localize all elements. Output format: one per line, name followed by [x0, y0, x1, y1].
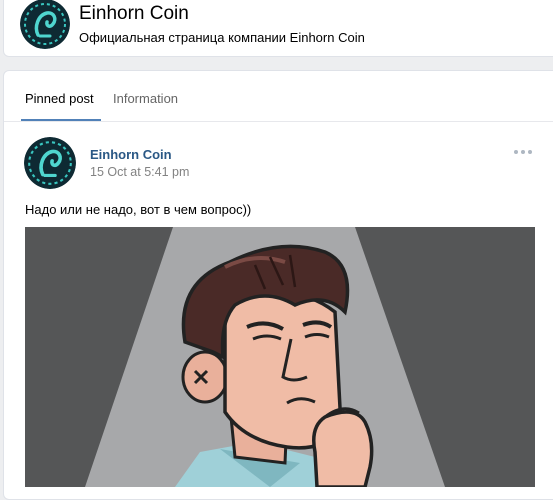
- post-text: Надо или не надо, вот в чем вопрос)): [25, 202, 252, 217]
- page-subtitle: Официальная страница компании Einhorn Co…: [79, 30, 365, 45]
- tab-information[interactable]: Information: [113, 91, 178, 106]
- community-header: Einhorn Coin Официальная страница компан…: [3, 0, 553, 57]
- unicorn-logo-icon: [20, 0, 70, 49]
- thinking-man-illustration: [25, 227, 535, 487]
- wall-card: Pinned post Information Einhorn Coin 15 …: [3, 70, 553, 500]
- post-author-avatar[interactable]: [24, 137, 76, 189]
- post-image[interactable]: [25, 227, 535, 487]
- community-avatar[interactable]: [20, 0, 70, 49]
- page-title: Einhorn Coin: [79, 3, 189, 24]
- post-author-link[interactable]: Einhorn Coin: [90, 147, 172, 162]
- post-more-options-icon[interactable]: [514, 147, 538, 157]
- wall-tabs: Pinned post Information: [4, 71, 553, 122]
- tab-pinned-post[interactable]: Pinned post: [25, 91, 94, 106]
- unicorn-logo-icon: [24, 137, 76, 189]
- active-tab-indicator: [21, 119, 101, 121]
- post-timestamp[interactable]: 15 Oct at 5:41 pm: [90, 165, 189, 179]
